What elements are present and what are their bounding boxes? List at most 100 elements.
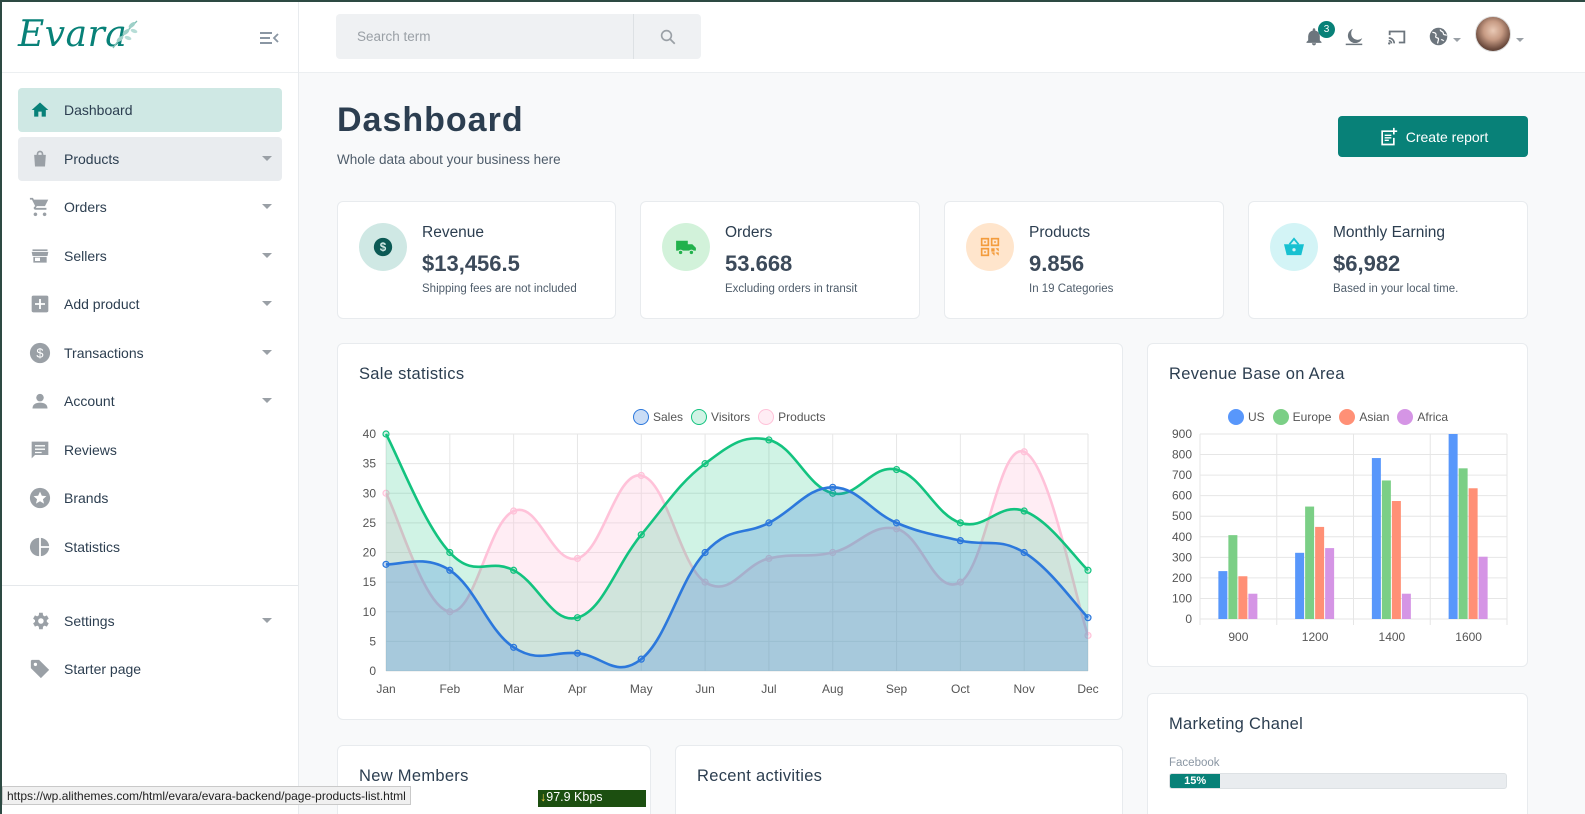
sidebar-item-label: Transactions: [64, 344, 144, 361]
data-point-sales: [573, 649, 582, 657]
moon-icon[interactable]: [1343, 26, 1365, 48]
chevron-down-icon: [262, 252, 272, 258]
sidebar-item-sellers[interactable]: Sellers: [18, 234, 282, 278]
x-tick-label: May: [630, 682, 653, 696]
globe-icon[interactable]: [1428, 26, 1449, 47]
bar-europe: [1458, 468, 1468, 619]
stat-title: Orders: [725, 224, 773, 241]
create-report-button[interactable]: Create report: [1338, 116, 1528, 157]
data-point-visitors: [765, 436, 773, 444]
top-header: 3: [299, 2, 1585, 73]
search-button[interactable]: [633, 14, 701, 59]
bar-europe: [1305, 506, 1315, 619]
y-tick-label: 15: [363, 575, 377, 589]
x-tick-label: Nov: [1014, 682, 1035, 696]
x-tick-label: Apr: [568, 682, 587, 696]
bar-europe: [1228, 535, 1238, 619]
sidebar-item-label: Settings: [64, 612, 115, 629]
stat-title: Products: [1029, 224, 1091, 241]
data-point-sales: [829, 483, 837, 491]
sidebar-divider: [2, 584, 298, 586]
data-point-sales: [956, 537, 964, 545]
data-point-products: [510, 507, 518, 515]
avatar[interactable]: [1475, 16, 1511, 52]
data-point-sales: [510, 643, 518, 651]
sidebar-item-starter-page[interactable]: Starter page: [18, 647, 282, 691]
y-tick-label: 900: [1172, 427, 1192, 441]
cast-icon[interactable]: [1385, 26, 1409, 48]
card-title: New Members: [359, 767, 469, 785]
stat-value: $13,456.5: [422, 251, 520, 276]
y-tick-label: 35: [363, 457, 377, 471]
basket-icon: [1270, 223, 1318, 271]
x-tick-label: Sep: [886, 682, 908, 696]
sidebar-item-account[interactable]: Account: [18, 379, 282, 423]
y-tick-label: 0: [369, 664, 376, 678]
stat-title: Revenue: [422, 224, 485, 241]
y-tick-label: 5: [369, 634, 376, 648]
y-tick-label: 500: [1172, 509, 1192, 523]
person-icon: [29, 390, 51, 412]
data-point-sales: [382, 560, 390, 568]
data-point-visitors: [701, 460, 709, 468]
truck-icon: [662, 223, 710, 271]
sidebar-item-settings[interactable]: Settings: [18, 599, 282, 643]
data-point-visitors: [510, 566, 518, 574]
bar-asian: [1315, 526, 1325, 619]
data-point-visitors: [892, 465, 901, 474]
chevron-down-icon: [1516, 38, 1524, 42]
stat-note: Shipping fees are not included: [422, 283, 577, 295]
stat-card-revenue: $ Revenue $13,456.5 Shipping fees are no…: [337, 201, 616, 319]
stat-card-orders: Orders 53.668 Excluding orders in transi…: [640, 201, 920, 319]
stat-value: 53.668: [725, 251, 793, 276]
sidebar-item-brands[interactable]: Brands: [18, 476, 282, 520]
revenue-area-card: Revenue Base on Area US Europe Asian Africa…: [1147, 343, 1528, 667]
link-status-bar: https://wp.alithemes.com/html/evara/evar…: [2, 786, 411, 805]
marketing-channel-card: Marketing Chanel Facebook 15%: [1147, 693, 1528, 814]
pie-chart-icon: [29, 536, 51, 558]
bar-africa: [1325, 548, 1335, 619]
page-title: Dashboard: [337, 101, 524, 139]
search-input[interactable]: [336, 14, 633, 59]
y-tick-label: 10: [363, 605, 377, 619]
data-point-sales: [637, 655, 645, 663]
x-tick-label: 1200: [1302, 630, 1329, 644]
bar-asian: [1468, 488, 1478, 619]
sidebar-item-transactions[interactable]: $ Transactions: [18, 331, 282, 375]
sidebar-item-products[interactable]: Products: [18, 136, 282, 181]
sidebar-item-orders[interactable]: Orders: [18, 185, 282, 229]
bar-us: [1448, 434, 1458, 619]
sidebar-item-dashboard[interactable]: Dashboard: [18, 88, 282, 132]
data-point-sales: [892, 519, 901, 527]
data-point-visitors: [382, 430, 390, 438]
x-tick-label: 1400: [1379, 630, 1406, 644]
sidebar-item-label: Starter page: [64, 661, 142, 677]
sidebar-item-add-product[interactable]: Add product: [18, 282, 282, 326]
search-icon: [660, 29, 675, 44]
sidebar-item-statistics[interactable]: Statistics: [18, 525, 282, 569]
y-tick-label: 25: [363, 516, 377, 530]
data-point-products: [1020, 448, 1028, 456]
chevron-down-icon: [262, 398, 272, 403]
leaf-icon: [112, 20, 138, 49]
y-tick-label: 100: [1172, 591, 1192, 605]
gear-icon: [29, 610, 51, 632]
sidebar-item-label: Reviews: [64, 441, 117, 458]
data-point-visitors: [1084, 566, 1092, 574]
y-tick-label: 40: [363, 427, 377, 441]
menu-collapse-icon[interactable]: [260, 30, 280, 46]
data-point-sales: [1020, 548, 1028, 557]
sidebar-nav: Dashboard Products Orders Sellers Add pr…: [2, 73, 298, 691]
sidebar-item-reviews[interactable]: Reviews: [18, 428, 282, 472]
bar-europe: [1381, 480, 1391, 619]
y-tick-label: 30: [363, 486, 377, 500]
star-circle-icon: [29, 487, 51, 509]
dollar-circle-icon: $: [359, 223, 407, 271]
create-report-label: Create report: [1405, 128, 1489, 145]
x-tick-label: Jan: [376, 682, 395, 696]
stat-card-products: Products 9.856 In 19 Categories: [944, 201, 1224, 319]
chevron-down-icon: [262, 301, 272, 306]
sidebar-item-label: Brands: [64, 490, 109, 506]
sidebar-item-label: Account: [64, 393, 115, 409]
stat-note: Excluding orders in transit: [725, 283, 858, 295]
